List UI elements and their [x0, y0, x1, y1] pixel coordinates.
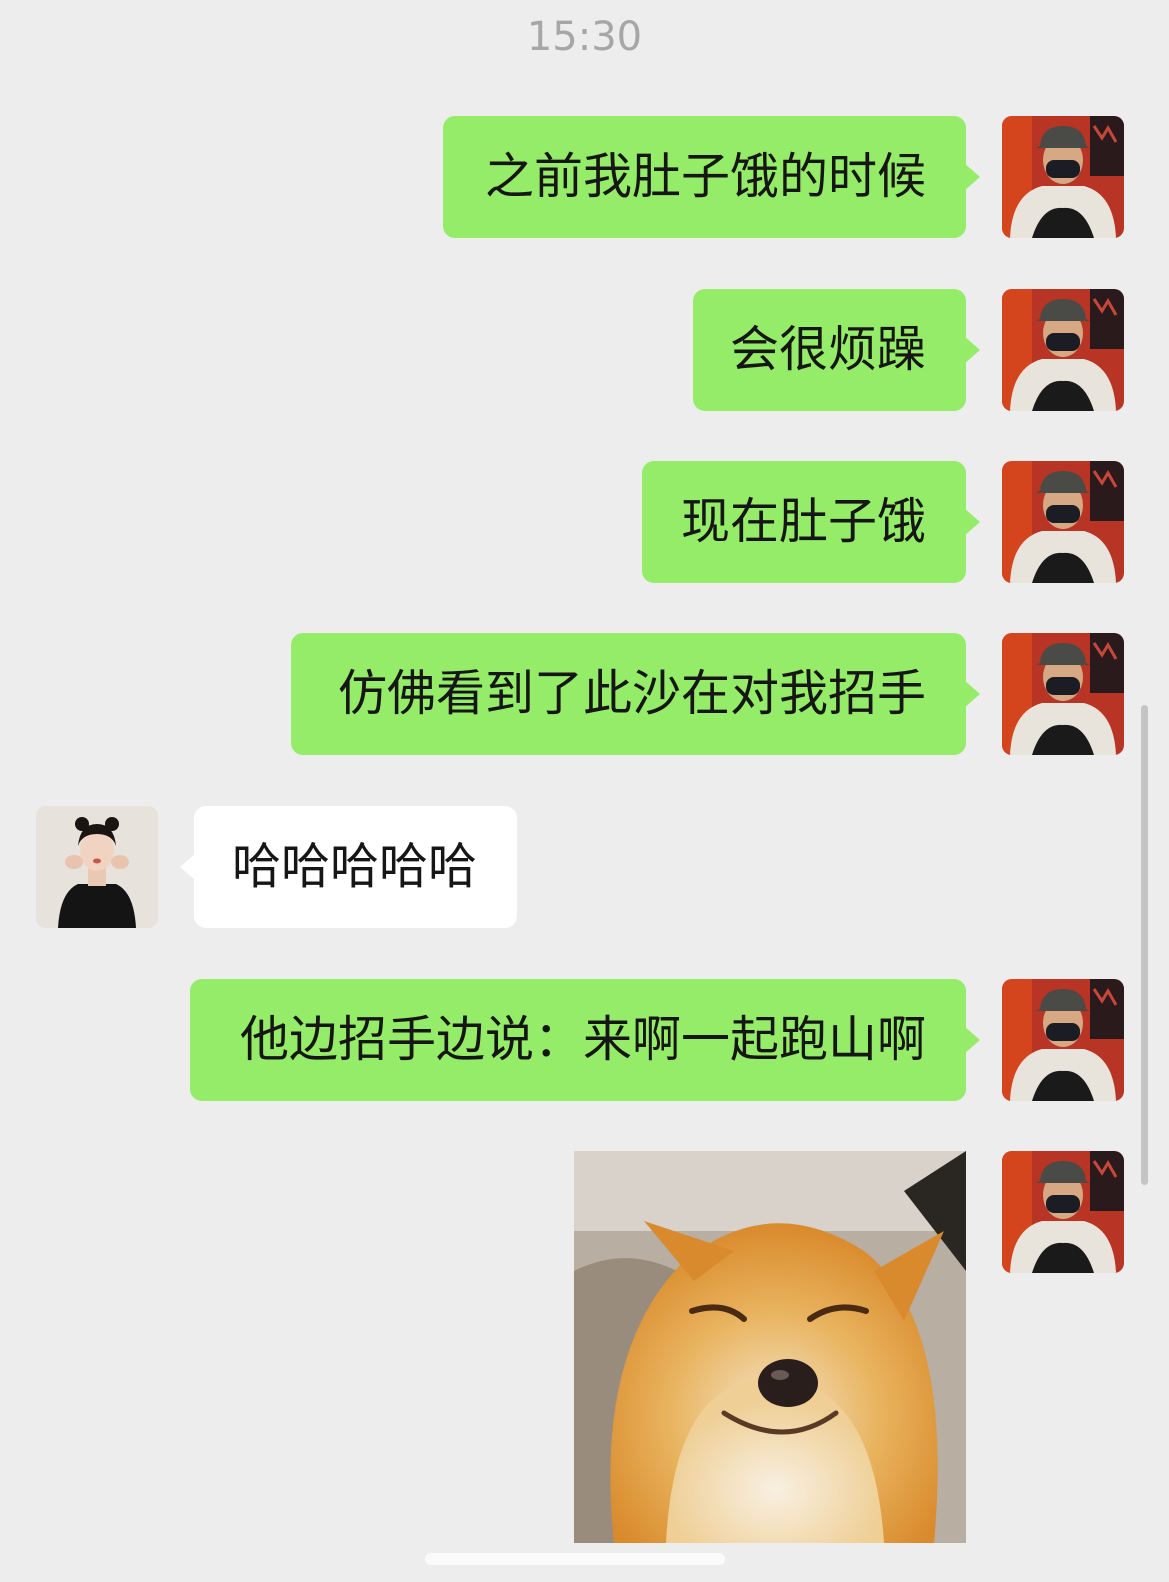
my-avatar[interactable]: [1002, 461, 1124, 583]
home-indicator[interactable]: [425, 1553, 725, 1565]
shiba-dog-sticker[interactable]: [574, 1151, 966, 1543]
chat-scrollbar[interactable]: [1141, 705, 1148, 1185]
chat-bubble-sent[interactable]: 现在肚子饿: [642, 461, 980, 583]
chat-bubble-sent[interactable]: 会很烦躁: [693, 289, 980, 411]
message-timestamp: 15:30: [526, 14, 643, 60]
chat-bubble-sent[interactable]: 之前我肚子饿的时候: [443, 116, 980, 238]
my-avatar[interactable]: [1002, 1151, 1124, 1273]
chat-bubble-sent[interactable]: 他边招手边说：来啊一起跑山啊: [190, 979, 980, 1101]
chat-bubble-sent[interactable]: 仿佛看到了此沙在对我招手: [291, 633, 980, 755]
chat-bubble-received[interactable]: 哈哈哈哈哈: [180, 806, 517, 928]
contact-avatar[interactable]: [36, 806, 158, 928]
my-avatar[interactable]: [1002, 979, 1124, 1101]
my-avatar[interactable]: [1002, 289, 1124, 411]
my-avatar[interactable]: [1002, 116, 1124, 238]
my-avatar[interactable]: [1002, 633, 1124, 755]
